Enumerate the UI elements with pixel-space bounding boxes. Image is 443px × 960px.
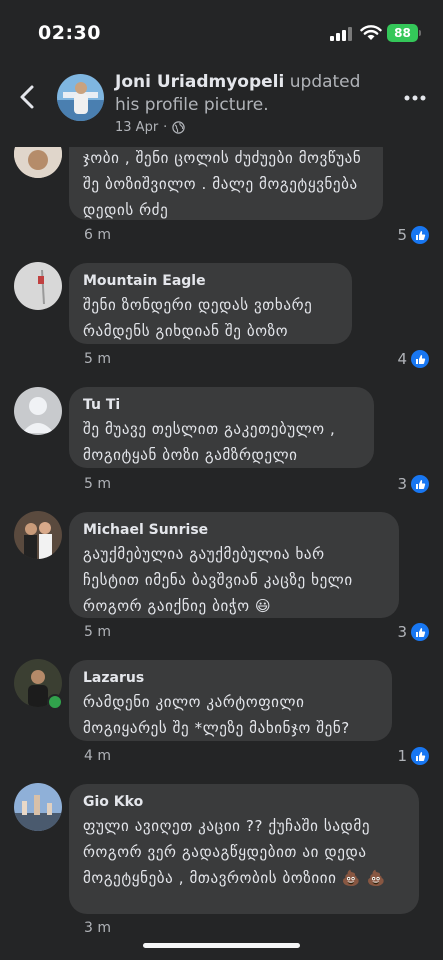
commenter-avatar[interactable] xyxy=(14,262,62,310)
like-icon xyxy=(411,623,429,641)
commenter-name[interactable]: Mountain Eagle xyxy=(83,272,338,290)
comment-bubble[interactable]: Michael Sunrise გაუქმებულია გაუქმებულია … xyxy=(69,512,399,618)
like-icon xyxy=(411,475,429,493)
comment-likes[interactable]: 4 xyxy=(397,350,429,368)
comment-text: შენი ზონდერი დედას ვთხარე რამდენს გიხდია… xyxy=(83,296,313,340)
comment-likes[interactable]: 1 xyxy=(397,747,429,765)
like-icon xyxy=(411,350,429,368)
comment-text: ჯობი , შენი ცოლის ძუძუები მოვწუან შე ბოზ… xyxy=(83,149,362,219)
comment-bubble[interactable]: Lazarus რამდენი კილო კარტოფილი მოგიყარეს… xyxy=(69,660,392,741)
comment-time: 5 m xyxy=(84,624,111,640)
post-meta: 13 Apr · xyxy=(115,120,186,135)
commenter-name[interactable]: Michael Sunrise xyxy=(83,521,385,539)
like-count: 1 xyxy=(397,747,407,765)
comment-time: 3 m xyxy=(84,920,111,936)
commenter-avatar[interactable] xyxy=(14,387,62,435)
commenter-avatar[interactable] xyxy=(14,511,62,559)
like-count: 4 xyxy=(397,350,407,368)
post-header: Joni Uriadmyopeli updated his profile pi… xyxy=(0,62,443,147)
comment-bubble[interactable]: Mountain Eagle შენი ზონდერი დედას ვთხარე… xyxy=(69,263,352,344)
like-icon xyxy=(411,226,429,244)
commenter-name[interactable]: Gio Kko xyxy=(83,793,405,811)
comment-likes[interactable]: 3 xyxy=(397,623,429,641)
author-avatar[interactable] xyxy=(57,74,104,121)
comment-text: შე მუავე თესლით გაკეთებულო , მოგიტყან ბო… xyxy=(83,420,336,464)
comment-text: რამდენი კილო კარტოფილი მოგიყარეს შე *ლეზ… xyxy=(83,693,350,737)
commenter-name[interactable]: Lazarus xyxy=(83,669,378,687)
post-date: 13 Apr xyxy=(115,120,159,135)
comment-bubble[interactable]: Tu Ti შე მუავე თესლით გაკეთებულო , მოგიტ… xyxy=(69,387,374,468)
comment-text: ფული ავიღეთ კაციი ?? ქუჩაში სადმე როგორ … xyxy=(83,817,386,887)
comment-text: გაუქმებულია გაუქმებულია ხარ ჩესტით იმენა… xyxy=(83,545,353,615)
signal-icon xyxy=(330,27,352,41)
status-bar: 02:30 88 xyxy=(0,0,443,62)
like-count: 3 xyxy=(397,475,407,493)
back-arrow-icon[interactable] xyxy=(18,84,36,110)
comment-likes[interactable]: 3 xyxy=(397,475,429,493)
post-title: Joni Uriadmyopeli updated his profile pi… xyxy=(115,71,385,117)
comment-bubble[interactable]: Gio Kko ფული ავიღეთ კაციი ?? ქუჩაში სადმ… xyxy=(69,784,419,914)
like-icon xyxy=(411,747,429,765)
commenter-avatar[interactable] xyxy=(14,783,62,831)
author-name[interactable]: Joni Uriadmyopeli xyxy=(115,72,284,92)
comment-time: 4 m xyxy=(84,748,111,764)
globe-icon xyxy=(172,121,186,134)
home-indicator[interactable] xyxy=(143,943,300,948)
comment-likes[interactable]: 5 xyxy=(397,226,429,244)
comment-time: 5 m xyxy=(84,351,111,367)
wifi-icon xyxy=(360,25,382,40)
like-count: 3 xyxy=(397,623,407,641)
post-date-separator: · xyxy=(163,120,168,135)
commenter-name[interactable]: Tu Ti xyxy=(83,396,360,414)
battery-tip xyxy=(419,30,421,36)
like-count: 5 xyxy=(397,226,407,244)
status-time: 02:30 xyxy=(38,22,101,44)
comment-time: 5 m xyxy=(84,476,111,492)
comment-time: 6 m xyxy=(84,227,111,243)
online-status-dot xyxy=(47,694,63,710)
battery-icon: 88 xyxy=(387,24,418,42)
more-options-icon[interactable] xyxy=(404,95,426,101)
